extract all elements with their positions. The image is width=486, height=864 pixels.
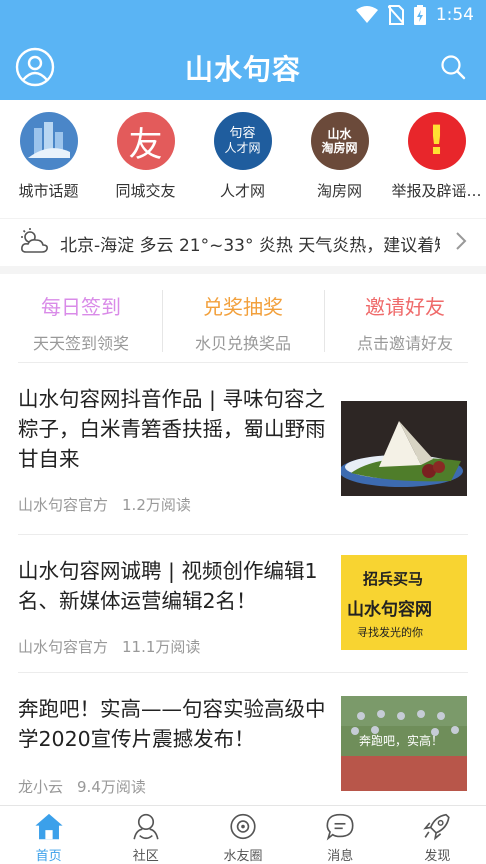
wifi-icon: [355, 6, 378, 23]
talent-icon: 句容 人才网: [213, 112, 272, 170]
nav-label: 消息: [327, 849, 354, 864]
shortcut-label: 淘房网: [316, 182, 362, 200]
lottery-button[interactable]: 兑奖抽奖 水贝兑换奖品: [162, 274, 324, 362]
activity-title: 邀请好友: [365, 295, 445, 319]
article-reads: 1.2万阅读: [122, 496, 191, 514]
article-item[interactable]: 奔跑吧！实高——句容实验高级中学2020宣传片震撼发布！ 龙小云 9.4万阅读 奔…: [0, 672, 486, 805]
article-thumbnail: 奔跑吧，实高！: [341, 696, 467, 791]
nav-circle[interactable]: 水友圈: [194, 806, 291, 864]
article-item[interactable]: 山水句容网诚聘 | 视频创作编辑1名、新媒体运营编辑2名！ 山水句容官方 11.1…: [0, 534, 486, 672]
activity-subtitle: 天天签到领奖: [32, 334, 129, 353]
status-bar: 1:54: [0, 0, 486, 34]
nav-label: 发现: [424, 849, 451, 864]
home-icon: [35, 813, 63, 840]
thumbnail-text: 奔跑吧，实高！: [359, 734, 444, 748]
shortcut-house[interactable]: 山水 淘房网 淘房网: [291, 100, 388, 214]
message-icon: [326, 813, 354, 841]
article-meta: 山水句容官方 11.1万阅读: [18, 636, 200, 657]
article-thumbnail: [341, 401, 467, 496]
invite-friends-button[interactable]: 邀请好友 点击邀请好友: [324, 274, 486, 362]
weather-bar[interactable]: 北京-海淀 多云 21°~33° 炎热 天气炎热，建议着短衫…: [0, 218, 486, 264]
report-icon: !: [407, 112, 466, 170]
shortcut-friends[interactable]: 友 同城交友: [97, 100, 194, 214]
app-header: 山水句容: [0, 34, 486, 100]
shortcut-label: 举报及辟谣…: [391, 182, 482, 200]
nav-discover[interactable]: 发现: [389, 806, 486, 864]
article-headline: 山水句容网抖音作品 | 寻味句容之粽子，白米青箬香扶摇，蜀山野雨甘自来: [18, 387, 326, 471]
nav-home[interactable]: 首页: [0, 806, 97, 864]
article-author: 山水句容官方: [18, 638, 109, 656]
article-meta: 山水句容官方 1.2万阅读: [18, 494, 191, 515]
daily-checkin-button[interactable]: 每日签到 天天签到领奖: [0, 274, 162, 362]
no-sim-icon: [387, 5, 404, 25]
shortcut-label: 城市话题: [18, 182, 79, 200]
house-icon-text-top: 山水: [327, 127, 352, 141]
section-divider: [0, 266, 486, 274]
city-topic-icon: [19, 112, 78, 170]
house-icon-text-bottom: 淘房网: [321, 141, 358, 155]
search-icon: [441, 55, 466, 80]
article-headline: 奔跑吧！实高——句容实验高级中学2020宣传片震撼发布！: [18, 697, 326, 751]
shortcut-label: 人才网: [219, 182, 265, 200]
thumbnail-text-bottom: 寻找发光的你: [357, 626, 423, 639]
search-button[interactable]: [440, 54, 466, 80]
activity-row: 每日签到 天天签到领奖 兑奖抽奖 水贝兑换奖品 邀请好友 点击邀请好友: [0, 274, 486, 362]
shortcut-label: 同城交友: [115, 182, 176, 200]
rocket-icon: [423, 813, 451, 841]
activity-title: 兑奖抽奖: [203, 295, 283, 319]
divider: [18, 672, 468, 673]
article-thumbnail: 招兵买马 山水句容网 寻找发光的你: [341, 555, 467, 650]
friends-icon: 友: [116, 112, 175, 170]
article-author: 山水句容官方: [18, 496, 109, 514]
report-icon-text: !: [427, 118, 446, 164]
status-time: 1:54: [435, 5, 474, 25]
app-title: 山水句容: [184, 53, 301, 86]
article-author: 龙小云: [18, 778, 64, 796]
talent-icon-text-bottom: 人才网: [224, 141, 261, 155]
nav-label: 首页: [35, 849, 62, 864]
activity-title: 每日签到: [41, 295, 121, 319]
chevron-right-icon: [456, 232, 467, 250]
house-icon: 山水 淘房网: [310, 112, 369, 170]
shortcut-report[interactable]: ! 举报及辟谣…: [388, 100, 485, 214]
divider: [18, 362, 468, 363]
cloud-sun-icon: [21, 228, 48, 253]
article-reads: 11.1万阅读: [122, 638, 201, 656]
nav-label: 社区: [132, 849, 159, 864]
bottom-nav: 首页 社区 水友圈 消息 发现: [0, 805, 486, 864]
battery-icon: [413, 5, 426, 25]
thumbnail-text-top: 招兵买马: [363, 570, 424, 588]
divider: [18, 534, 468, 535]
activity-subtitle: 点击邀请好友: [356, 334, 453, 353]
article-item[interactable]: 山水句容网抖音作品 | 寻味句容之粽子，白米青箬香扶摇，蜀山野雨甘自来 山水句容…: [0, 362, 486, 534]
nav-community[interactable]: 社区: [97, 806, 194, 864]
weather-text: 北京-海淀 多云 21°~33° 炎热 天气炎热，建议着短衫…: [60, 236, 440, 256]
circle-icon: [230, 813, 256, 840]
article-headline: 山水句容网诚聘 | 视频创作编辑1名、新媒体运营编辑2名！: [18, 559, 318, 613]
thumbnail-text-mid: 山水句容网: [347, 600, 432, 620]
nav-messages[interactable]: 消息: [292, 806, 389, 864]
article-meta: 龙小云 9.4万阅读: [18, 776, 146, 797]
activity-subtitle: 水贝兑换奖品: [194, 334, 291, 353]
shortcut-row: 城市话题 友 同城交友 句容 人才网 人才网 山水 淘房网 淘房网 ! 举报及辟…: [0, 100, 486, 214]
friends-icon-text: 友: [128, 124, 163, 165]
shortcut-city-topic[interactable]: 城市话题: [0, 100, 97, 214]
talent-icon-text-top: 句容: [229, 126, 256, 141]
nav-label: 水友圈: [223, 849, 263, 864]
community-icon: [133, 813, 159, 840]
article-reads: 9.4万阅读: [77, 778, 146, 796]
shortcut-talent[interactable]: 句容 人才网 人才网: [194, 100, 291, 214]
